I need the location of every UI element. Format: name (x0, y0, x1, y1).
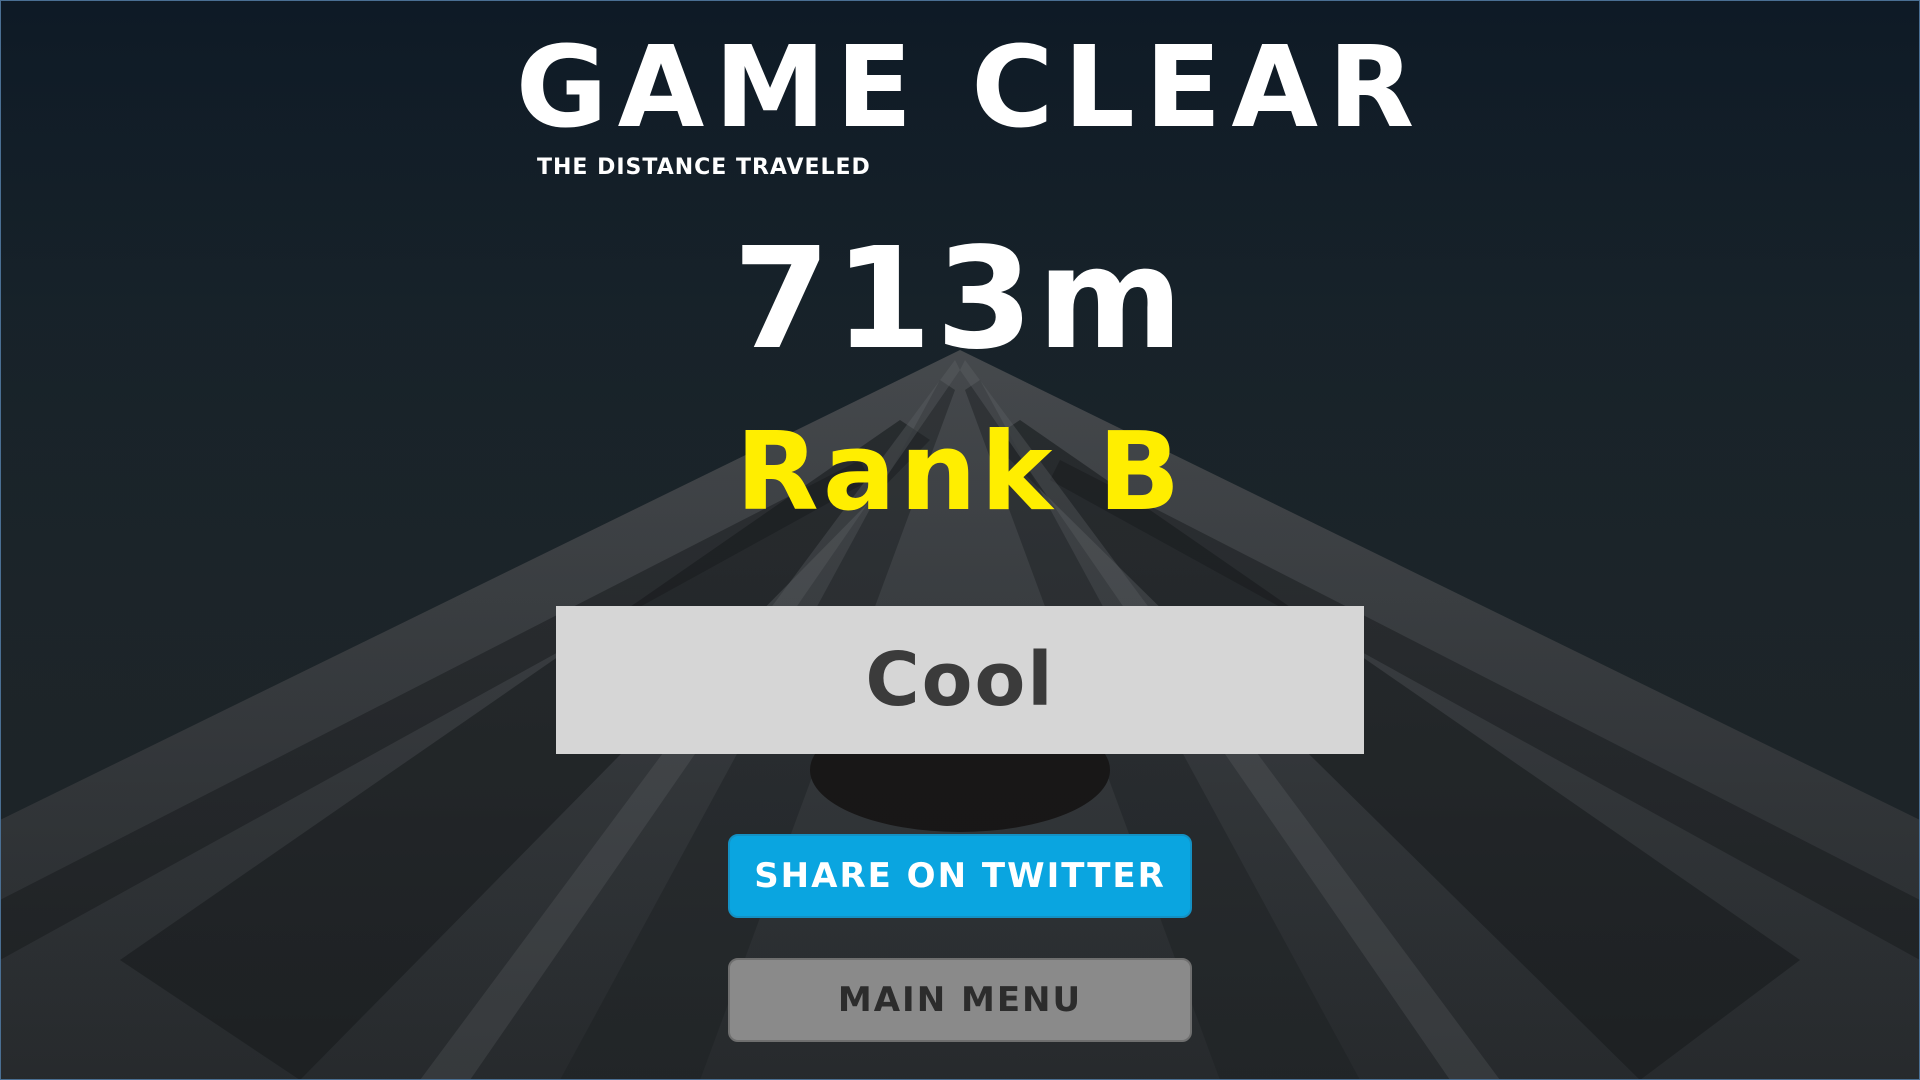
main-menu-button[interactable]: MAIN MENU (728, 958, 1192, 1042)
game-clear-title: GAME CLEAR (515, 23, 1425, 153)
share-on-twitter-label: SHARE ON TWITTER (754, 856, 1166, 896)
distance-caption: THE DISTANCE TRAVELED (537, 155, 871, 180)
main-menu-label: MAIN MENU (837, 980, 1083, 1020)
rank-comment-panel: Cool (556, 606, 1364, 754)
share-on-twitter-button[interactable]: SHARE ON TWITTER (728, 834, 1192, 918)
distance-value: 713m (732, 218, 1188, 381)
rank-comment-text: Cool (865, 637, 1055, 723)
rank-label: Rank B (735, 410, 1185, 535)
mountain-background (0, 0, 1920, 1080)
game-clear-screen: GAME CLEAR THE DISTANCE TRAVELED 713m Ra… (0, 0, 1920, 1080)
